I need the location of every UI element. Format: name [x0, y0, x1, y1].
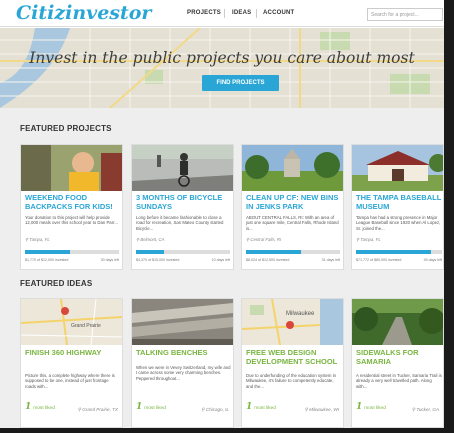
project-thumbnail — [352, 145, 443, 191]
map-label: Milwaukee — [286, 311, 315, 317]
idea-title[interactable]: TALKING BENCHES — [136, 348, 231, 358]
most-liked-badge: 1 most liked — [136, 402, 166, 412]
funding-progress-bar — [25, 250, 119, 254]
funding-stats: $1,770 of $12,000 invested 30 days left — [25, 258, 119, 262]
idea-card[interactable]: Milwaukee FREE WEB DESIGN DEVELOPMENT SC… — [241, 298, 344, 428]
project-location: ⚲ Tampa, FL — [25, 237, 50, 242]
project-description: Long before it became fashionable to clo… — [136, 215, 224, 231]
idea-thumbnail — [132, 299, 233, 345]
idea-description: A residential street in Tucker, Samaria … — [356, 373, 442, 389]
idea-location: ⚲ Tucker, GA — [411, 407, 439, 412]
project-description: Your donation to this project will help … — [25, 215, 118, 226]
funding-progress-fill — [246, 250, 301, 254]
project-location: ⚲ Tampa, FL — [356, 237, 381, 242]
idea-card[interactable]: SIDEWALKS FOR SAMARIA A residential stre… — [351, 298, 444, 428]
project-thumbnail — [242, 145, 343, 191]
idea-card[interactable]: TALKING BENCHES When we were in Vevey Sw… — [131, 298, 234, 428]
idea-title[interactable]: SIDEWALKS FOR SAMARIA — [356, 348, 442, 366]
project-title[interactable]: 3 MONTHS OF BICYCLE SUNDAYS — [136, 193, 231, 211]
idea-title[interactable]: FINISH 360 HIGHWAY — [25, 348, 120, 358]
nav-divider — [224, 9, 225, 18]
map-background — [0, 28, 444, 108]
project-location: ⚲ Central Falls, RI — [246, 237, 282, 242]
project-title[interactable]: WEEKEND FOOD BACKPACKS FOR KIDS! — [25, 193, 120, 211]
idea-description: Due to underfunding of the education sys… — [246, 373, 337, 389]
project-card[interactable]: WEEKEND FOOD BACKPACKS FOR KIDS! Your do… — [20, 144, 123, 270]
project-title[interactable]: CLEAN UP CF: NEW BINS IN JENKS PARK — [246, 193, 341, 211]
featured-ideas-heading: FEATURED IDEAS — [20, 279, 93, 288]
project-location: ⚲ Belmont, CA — [136, 237, 165, 242]
project-card[interactable]: 3 MONTHS OF BICYCLE SUNDAYS Long before … — [131, 144, 234, 270]
find-projects-button[interactable]: FIND PROJECTS — [202, 75, 279, 91]
idea-map-thumbnail: Milwaukee — [242, 299, 343, 345]
site-logo[interactable]: Citizinvestor — [16, 2, 151, 24]
most-liked-badge: 1 most liked — [25, 402, 55, 412]
nav-divider — [256, 9, 257, 18]
idea-card[interactable]: Grand Prairie FINISH 360 HIGHWAY Picture… — [20, 298, 123, 428]
project-description: Tampa has had a strong presence in Major… — [356, 215, 441, 231]
idea-location: ⚲ Milwaukee, WI — [304, 407, 339, 412]
idea-description: Picture this, a complete highway where t… — [25, 373, 115, 389]
funding-progress-fill — [136, 250, 165, 254]
idea-title[interactable]: FREE WEB DESIGN DEVELOPMENT SCHOOL — [246, 348, 341, 366]
nav-ideas[interactable]: IDEAS — [232, 10, 251, 16]
most-liked-badge: 1 most liked — [246, 402, 276, 412]
site-header: Citizinvestor PROJECTS IDEAS ACCOUNT Sea… — [0, 0, 444, 27]
funding-stats: $8,024 of $12,500 invested 31 days left — [246, 258, 340, 262]
funding-stats: $4,370 of $15,000 invested 10 days left — [136, 258, 230, 262]
search-input[interactable]: Search for a project... — [367, 8, 443, 21]
page-frame: Citizinvestor PROJECTS IDEAS ACCOUNT Sea… — [0, 0, 444, 428]
hero-title: Invest in the public projects you care a… — [29, 49, 415, 67]
idea-location: ⚲ Chicago, IL — [201, 407, 229, 412]
funding-stats: $71,772 of $80,000 invested 45 days left — [356, 258, 442, 262]
nav-projects[interactable]: PROJECTS — [187, 10, 221, 16]
nav-account[interactable]: ACCOUNT — [263, 10, 294, 16]
project-card[interactable]: CLEAN UP CF: NEW BINS IN JENKS PARK ABOU… — [241, 144, 344, 270]
project-thumbnail — [21, 145, 122, 191]
featured-projects-heading: FEATURED PROJECTS — [20, 124, 112, 133]
idea-description: When we were in Vevey Switzerland, my wi… — [136, 365, 231, 381]
project-thumbnail — [132, 145, 233, 191]
funding-progress-bar — [136, 250, 230, 254]
map-label: Grand Prairie — [71, 323, 101, 329]
funding-progress-bar — [356, 250, 442, 254]
project-card[interactable]: THE TAMPA BASEBALL MUSEUM Tampa has had … — [351, 144, 444, 270]
funding-progress-fill — [25, 250, 71, 254]
project-description: ABOUT CENTRAL FALLS, RI: With an area of… — [246, 215, 339, 231]
funding-progress-bar — [246, 250, 340, 254]
idea-thumbnail — [352, 299, 443, 345]
project-title[interactable]: THE TAMPA BASEBALL MUSEUM — [356, 193, 442, 211]
funding-progress-fill — [356, 250, 431, 254]
idea-location: ⚲ Grand Prairie, TX — [77, 407, 118, 412]
idea-map-thumbnail: Grand Prairie — [21, 299, 122, 345]
most-liked-badge: 1 most liked — [356, 402, 386, 412]
hero-banner: Invest in the public projects you care a… — [0, 28, 444, 108]
